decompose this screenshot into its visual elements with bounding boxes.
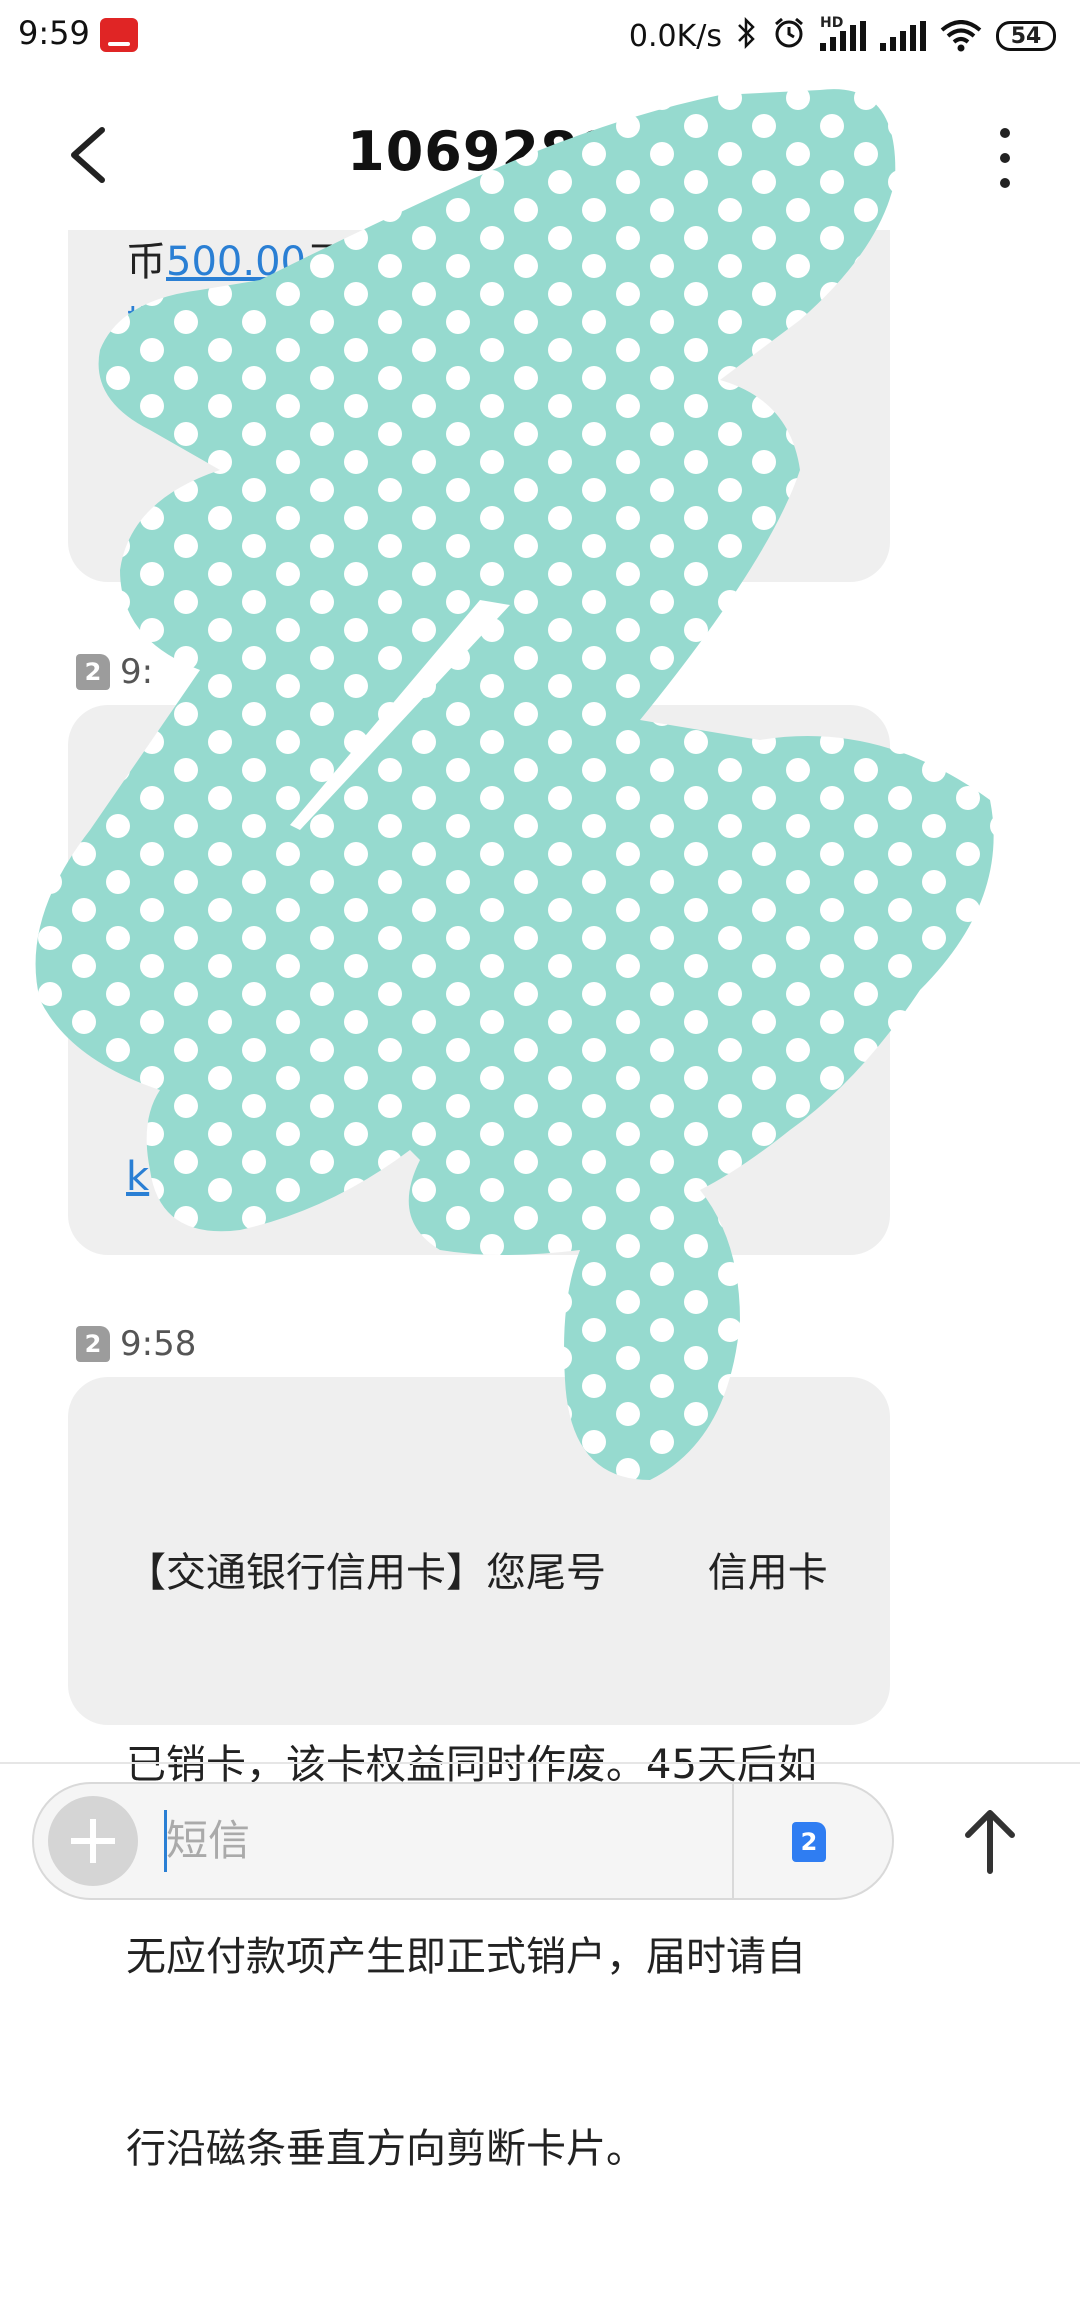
message-line: 无应付款项产生即正式销户，届时请自 — [126, 1934, 806, 1980]
status-time: 9:59 — [18, 14, 90, 52]
more-vertical-icon — [1000, 128, 1010, 138]
sim-card-icon: 2 — [76, 654, 110, 690]
status-bar: 9:59 0.0K/s HD 54 — [0, 0, 1080, 72]
battery-icon: 54 — [996, 21, 1056, 51]
compose-bar: 短信 2 — [32, 1782, 894, 1900]
wifi-icon — [940, 20, 982, 52]
message-line: 期五立减 — [126, 303, 286, 349]
signal-icon — [880, 21, 926, 51]
message-meta: 2 9: — [76, 652, 153, 692]
message-line: 行沿磁条垂直方向剪断卡片。 — [126, 2126, 646, 2172]
message-line: 信 — [286, 754, 326, 800]
message-line: 币500.00元 — [126, 239, 346, 285]
message-time: 9: — [120, 652, 154, 692]
net-speed: 0.0K/s — [628, 18, 722, 54]
compose-divider — [0, 1762, 1080, 1764]
message-link[interactable]: k — [126, 1145, 149, 1209]
message-time: 9:58 — [120, 1324, 197, 1364]
battery-level: 54 — [1010, 23, 1042, 49]
date-link[interactable]: 期五 — [126, 303, 206, 349]
signal-hd-icon: HD — [820, 15, 866, 51]
sim-card-icon: 2 — [76, 1326, 110, 1362]
amount-link[interactable]: 500.00 — [166, 239, 306, 285]
more-options-button[interactable] — [990, 128, 1020, 188]
conversation-title: 1069288988 — [347, 120, 733, 183]
send-button[interactable] — [960, 1805, 1020, 1875]
alarm-icon — [772, 16, 806, 56]
message-line: 入账 — [126, 367, 206, 413]
conversation-header: 1069288988 — [0, 80, 1080, 230]
message-input[interactable]: 短信 — [166, 1810, 250, 1872]
app-notification-icon — [100, 18, 138, 52]
message-bubble[interactable]: 币500.00元 期五立减 入账 — [68, 230, 890, 582]
arrow-up-icon — [965, 1810, 1015, 1874]
sim-select-button[interactable]: 2 — [792, 1822, 826, 1862]
compose-separator — [732, 1784, 734, 1898]
hd-label: HD — [820, 15, 844, 31]
add-attachment-button[interactable] — [48, 1796, 138, 1886]
bluetooth-icon — [736, 16, 758, 56]
message-text: 信 — [126, 745, 832, 809]
message-text: 币500.00元 期五立减 入账 — [126, 230, 832, 422]
message-bubble[interactable]: 信 k — [68, 705, 890, 1255]
message-bubble[interactable]: 【交通银行信用卡】您尾号 信用卡 已销卡，该卡权益同时作废。45天后如 无应付款… — [68, 1377, 890, 2172]
message-line: 【交通银行信用卡】您尾号 信用卡 — [126, 1550, 828, 1596]
message-meta: 2 9:58 — [76, 1324, 196, 1364]
status-icons: 0.0K/s HD 54 — [629, 14, 1056, 58]
